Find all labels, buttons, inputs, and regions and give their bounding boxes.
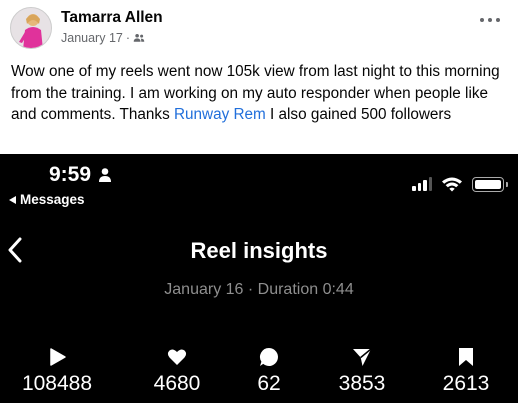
stat-shares[interactable]: 3853 [307, 346, 417, 396]
mention-link[interactable]: Runway Rem [174, 106, 266, 123]
bookmark-icon [459, 348, 473, 366]
avatar[interactable] [10, 7, 52, 49]
send-icon [353, 348, 372, 366]
back-app-label: Messages [20, 192, 85, 207]
play-icon [50, 348, 66, 366]
stat-plays-value: 108488 [21, 372, 93, 395]
stat-saves[interactable]: 2613 [411, 346, 518, 396]
meta-separator: · [125, 31, 131, 45]
status-time: 9:59 [49, 163, 113, 187]
facebook-post: Tamarra Allen January 17 · Wow one of my… [0, 0, 518, 153]
friends-icon[interactable] [133, 32, 145, 44]
status-icons [412, 176, 508, 192]
back-to-messages[interactable]: Messages [9, 192, 85, 207]
page-title: Reel insights [190, 238, 328, 263]
cellular-signal-icon [412, 177, 432, 191]
stat-plays[interactable]: 108488 [2, 346, 112, 396]
person-icon [99, 168, 112, 182]
back-triangle-icon [9, 195, 16, 204]
heart-icon [167, 349, 187, 365]
post-date[interactable]: January 17 [61, 31, 123, 45]
stat-shares-value: 3853 [338, 372, 386, 395]
post-text-part-2: I also gained 500 followers [265, 106, 452, 123]
more-options-icon[interactable] [480, 16, 500, 24]
battery-icon [472, 176, 508, 192]
comment-icon [260, 348, 278, 366]
avatar-photo [11, 8, 51, 48]
author-name[interactable]: Tamarra Allen [61, 9, 163, 27]
post-body: Wow one of my reels went now 105k view f… [11, 61, 505, 126]
battery-fill [475, 179, 501, 189]
status-time-text: 9:59 [49, 163, 92, 186]
stat-saves-value: 2613 [442, 372, 490, 395]
reel-date-duration: January 16 · Duration 0:44 [164, 281, 354, 298]
stats-row: 108488 4680 62 3853 2613 [0, 346, 518, 403]
reel-insights-screenshot: 9:59 Messages Reel insights January 16 ·… [0, 154, 518, 403]
post-meta: January 17 · [61, 31, 145, 45]
wifi-icon [442, 177, 462, 192]
